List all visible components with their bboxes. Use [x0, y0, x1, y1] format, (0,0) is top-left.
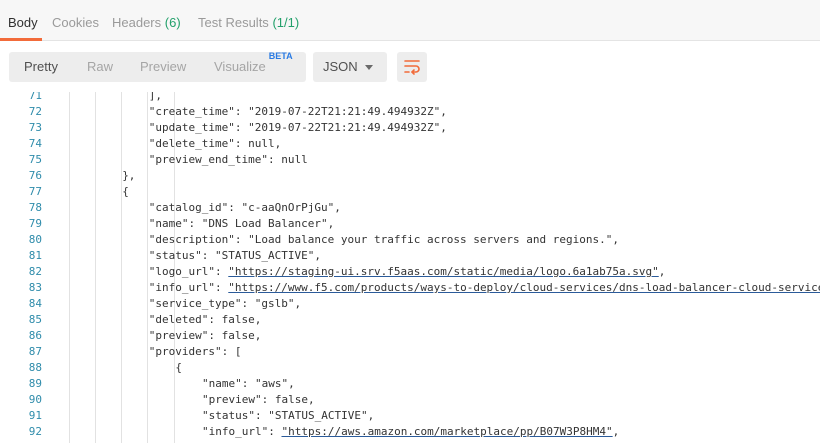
code-line: 82 "logo_url": "https://staging-ui.srv.f5…: [0, 264, 820, 280]
code-text: "providers": [: [148, 345, 242, 358]
code-line: 80 "description": "Load balance your traf…: [0, 232, 820, 248]
line-number: 88: [28, 361, 42, 374]
line-number: 80: [28, 233, 42, 246]
beta-badge: BETA: [268, 51, 293, 61]
line-number: 74: [28, 137, 42, 150]
tab-test-results-label: Test Results: [198, 15, 269, 30]
code-text: "logo_url": "https://staging-ui.srv.f5aa…: [149, 264, 666, 280]
chevron-down-icon: [365, 65, 373, 70]
line-number: 77: [28, 185, 42, 198]
code-text: "preview": false,: [148, 329, 262, 342]
tab-headers-count: (6): [164, 15, 181, 30]
tab-headers-label: Headers: [112, 15, 162, 30]
code-text: "service_type": "gslb",: [148, 297, 302, 310]
line-number: 81: [28, 249, 42, 262]
code-text: "delete_time": null,: [148, 137, 282, 150]
url-link[interactable]: "https://aws.amazon.com/marketplace/pp/B…: [281, 425, 612, 438]
format-select[interactable]: JSON: [313, 52, 387, 82]
line-number: 71: [28, 92, 42, 102]
line-number: 72: [28, 105, 42, 118]
tab-headers[interactable]: Headers (6): [112, 0, 181, 40]
response-body-code: 71], 72 "create_time": "2019-07-22T21:21:4…: [0, 92, 820, 443]
code-text: "preview_end_time": null: [148, 153, 308, 166]
line-number: 76: [28, 169, 42, 182]
tab-body[interactable]: Body: [8, 0, 38, 40]
code-line: 90 "preview": false,: [0, 392, 820, 408]
code-key: "info_url":: [148, 281, 229, 294]
line-number: 83: [28, 281, 42, 294]
code-punctuation: ,: [612, 425, 620, 438]
tab-body-label: Body: [8, 15, 38, 30]
code-line: 84 "service_type": "gslb",: [0, 296, 820, 312]
tab-test-results[interactable]: Test Results (1/1): [198, 0, 299, 40]
line-number: 79: [28, 217, 42, 230]
code-line: 72 "create_time": "2019-07-22T21:21:49.49…: [0, 104, 820, 120]
code-line: 75 "preview_end_time": null: [0, 152, 820, 168]
visualize-label: Visualize: [214, 59, 266, 74]
code-text: {: [122, 185, 129, 198]
format-select-value: JSON: [323, 59, 358, 74]
code-line: 83 "info_url": "https://www.f5.com/produc…: [0, 280, 820, 296]
response-toolbar: Pretty Raw Preview Visualize BETA JSON: [0, 41, 820, 92]
pretty-button[interactable]: Pretty: [24, 52, 58, 82]
code-line: 92 "info_url": "https://aws.amazon.com/ma…: [0, 424, 820, 440]
code-line: 89 "name": "aws",: [0, 376, 820, 392]
code-text: },: [122, 169, 136, 182]
tab-test-results-count: (1/1): [272, 15, 300, 30]
code-punctuation: ,: [658, 265, 666, 278]
code-text: "info_url": "https://aws.amazon.com/mark…: [202, 424, 619, 440]
code-text: "status": "STATUS_ACTIVE",: [202, 409, 375, 422]
raw-button[interactable]: Raw: [87, 52, 113, 82]
code-text: "update_time": "2019-07-22T21:21:49.4949…: [148, 121, 447, 134]
line-number: 92: [28, 425, 42, 438]
line-number: 91: [28, 409, 42, 422]
code-line: 73 "update_time": "2019-07-22T21:21:49.49…: [0, 120, 820, 136]
code-line: 78 "catalog_id": "c-aaQnOrPjGu",: [0, 200, 820, 216]
code-line: 87 "providers": [: [0, 344, 820, 360]
line-number: 78: [28, 201, 42, 214]
wrap-lines-icon: [404, 60, 420, 75]
code-line: 86 "preview": false,: [0, 328, 820, 344]
line-number: 90: [28, 393, 42, 406]
code-text: "info_url": "https://www.f5.com/products…: [149, 280, 820, 296]
code-line: 85 "deleted": false,: [0, 312, 820, 328]
code-line: 79 "name": "DNS Load Balancer",: [0, 216, 820, 232]
code-text: ],: [148, 92, 163, 102]
code-text: "description": "Load balance your traffi…: [148, 233, 619, 246]
line-number: 73: [28, 121, 42, 134]
code-text: "deleted": false,: [148, 313, 262, 326]
line-number: 87: [28, 345, 42, 358]
code-text: "name": "aws",: [202, 377, 295, 390]
preview-button[interactable]: Preview: [140, 52, 186, 82]
code-line: 76},: [0, 168, 820, 184]
line-number: 85: [28, 313, 42, 326]
code-text: "catalog_id": "c-aaQnOrPjGu",: [148, 201, 341, 214]
response-tabs: Body Cookies Headers (6) Test Results (1…: [0, 0, 820, 41]
code-line: 88 {: [0, 360, 820, 376]
code-key: "logo_url":: [148, 265, 229, 278]
line-number: 82: [28, 265, 42, 278]
code-line: 81 "status": "STATUS_ACTIVE",: [0, 248, 820, 264]
view-mode-group: Pretty Raw Preview Visualize BETA: [9, 51, 306, 82]
url-link[interactable]: "https://www.f5.com/products/ways-to-dep…: [228, 281, 820, 294]
code-line: 74 "delete_time": null,: [0, 136, 820, 152]
code-line: 71],: [0, 92, 820, 104]
url-link[interactable]: "https://staging-ui.srv.f5aas.com/static…: [228, 265, 658, 278]
code-key: "info_url":: [202, 425, 282, 438]
code-line: 77 {: [0, 184, 820, 200]
code-text: {: [175, 361, 183, 374]
code-text: "preview": false,: [202, 393, 315, 406]
code-text: "name": "DNS Load Balancer",: [148, 217, 335, 230]
tab-cookies[interactable]: Cookies: [52, 0, 99, 40]
code-line: 91 "status": "STATUS_ACTIVE",: [0, 408, 820, 424]
code-text: "status": "STATUS_ACTIVE",: [148, 249, 321, 262]
line-number: 89: [28, 377, 42, 390]
line-number: 86: [28, 329, 42, 342]
wrap-lines-button[interactable]: [397, 52, 427, 82]
line-number: 84: [28, 297, 42, 310]
visualize-button[interactable]: Visualize BETA: [214, 51, 293, 82]
line-number: 75: [28, 153, 42, 166]
tab-cookies-label: Cookies: [52, 15, 99, 30]
code-text: "create_time": "2019-07-22T21:21:49.4949…: [148, 105, 447, 118]
